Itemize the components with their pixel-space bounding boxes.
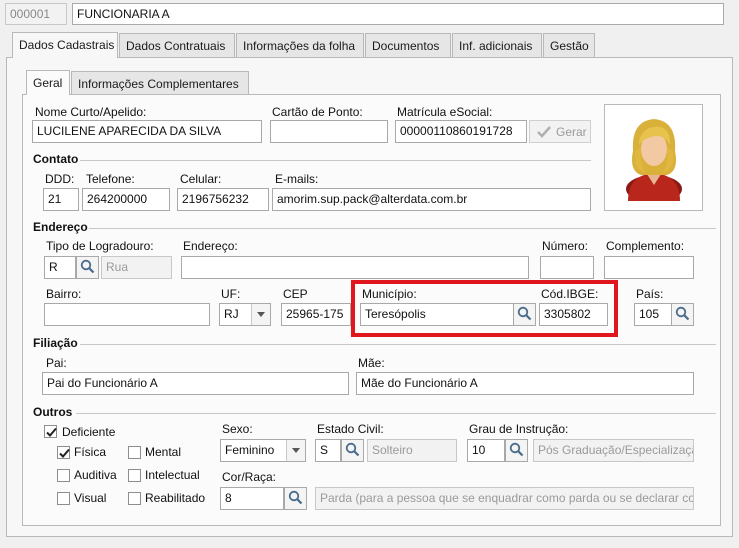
reabilitado-label: Reabilitado — [145, 491, 206, 505]
celular-field[interactable]: 2196756232 — [177, 188, 269, 211]
emails-label: E-mails: — [275, 172, 319, 186]
chevron-down-icon[interactable] — [251, 304, 270, 325]
emails-field[interactable]: amorim.sup.pack@alterdata.com.br — [272, 188, 591, 211]
tipo-logradouro-code-field[interactable]: R — [44, 256, 76, 279]
auditiva-checkbox[interactable] — [57, 469, 70, 482]
endereco-separator — [89, 228, 716, 229]
sexo-select[interactable]: Feminino — [220, 439, 306, 462]
grau-instrucao-code-field[interactable]: 10 — [467, 439, 505, 462]
contato-separator — [80, 160, 591, 161]
auditiva-label: Auditiva — [74, 468, 117, 482]
mental-label: Mental — [145, 445, 182, 459]
pais-field[interactable]: 105 — [634, 303, 672, 326]
visual-checkbox[interactable] — [57, 492, 70, 505]
tipo-logradouro-label: Tipo de Logradouro: — [46, 239, 154, 253]
endereco-field[interactable] — [181, 256, 529, 279]
subtab-informacoes-complementares[interactable]: Informações Complementares — [71, 71, 249, 94]
cor-raca-desc-field: Parda (para a pessoa que se enquadrar co… — [315, 487, 694, 510]
uf-select[interactable]: RJ — [219, 303, 271, 326]
endereco-section-title: Endereço — [33, 220, 88, 234]
chevron-down-icon[interactable] — [286, 440, 305, 461]
deficiente-label: Deficiente — [62, 425, 116, 439]
grau-instrucao-label: Grau de Instrução: — [469, 422, 569, 436]
visual-label: Visual — [74, 491, 107, 505]
numero-label: Número: — [542, 239, 589, 253]
fisica-label: Física — [74, 445, 107, 459]
sexo-label: Sexo: — [222, 422, 253, 436]
mae-field[interactable]: Mãe do Funcionário A — [356, 372, 694, 395]
estado-civil-code-field[interactable]: S — [315, 439, 341, 462]
municipio-highlight-box — [351, 280, 618, 337]
gerar-button[interactable]: Gerar — [529, 120, 591, 143]
cep-field[interactable]: 25965-175 — [281, 303, 351, 326]
bairro-label: Bairro: — [46, 287, 82, 301]
tipo-logradouro-desc-field: Rua — [101, 256, 172, 279]
cor-raca-search-button[interactable] — [284, 487, 307, 510]
complemento-label: Complemento: — [606, 239, 685, 253]
intelectual-checkbox[interactable] — [128, 469, 141, 482]
pais-label: País: — [636, 287, 664, 301]
search-icon — [675, 306, 690, 324]
gerar-label: Gerar — [556, 125, 587, 139]
nome-curto-label: Nome Curto/Apelido: — [35, 105, 147, 119]
search-icon — [288, 490, 303, 508]
outros-section-title: Outros — [33, 405, 73, 419]
filiacao-section-title: Filiação — [33, 336, 78, 350]
search-icon — [80, 259, 95, 277]
cor-raca-code-field[interactable]: 8 — [220, 487, 284, 510]
cartao-ponto-field[interactable] — [270, 120, 388, 143]
fisica-checkbox[interactable] — [57, 446, 70, 459]
mental-checkbox[interactable] — [128, 446, 141, 459]
endereco-label: Endereço: — [183, 239, 238, 253]
outros-separator — [76, 413, 716, 414]
matricula-esocial-label: Matrícula eSocial: — [397, 105, 493, 119]
sexo-value: Feminino — [225, 443, 275, 457]
tab-dados-contratuais[interactable]: Dados Contratuais — [119, 33, 235, 57]
grau-instrucao-desc-field: Pós Graduação/Especialização — [533, 439, 694, 462]
pai-field[interactable]: Pai do Funcionário A — [42, 372, 349, 395]
subtab-geral[interactable]: Geral — [26, 70, 70, 95]
search-icon — [509, 442, 524, 460]
estado-civil-desc-field: Solteiro — [367, 439, 457, 462]
nome-curto-field[interactable]: LUCILENE APARECIDA DA SILVA — [32, 120, 262, 143]
matricula-esocial-field[interactable]: 00000110860191728 — [395, 120, 527, 143]
uf-value: RJ — [224, 307, 239, 321]
tipo-logradouro-search-button[interactable] — [76, 256, 99, 279]
bairro-field[interactable] — [44, 303, 210, 326]
telefone-field[interactable]: 264200000 — [82, 188, 170, 211]
employee-photo[interactable] — [604, 104, 703, 211]
numero-field[interactable] — [540, 256, 594, 279]
uf-label: UF: — [221, 287, 241, 301]
mae-label: Mãe: — [358, 356, 385, 370]
celular-label: Celular: — [180, 172, 222, 186]
cor-raca-label: Cor/Raça: — [222, 470, 277, 484]
employee-code-field[interactable]: 000001 — [5, 3, 67, 25]
deficiente-checkbox[interactable] — [44, 425, 57, 438]
filiacao-separator — [80, 344, 716, 345]
employee-name-field[interactable]: FUNCIONARIA A — [72, 3, 724, 25]
tab-documentos[interactable]: Documentos — [365, 33, 451, 57]
tab-inf-adicionais[interactable]: Inf. adicionais — [452, 33, 542, 57]
complemento-field[interactable] — [604, 256, 694, 279]
avatar-woman-icon — [623, 115, 685, 204]
search-icon — [345, 442, 360, 460]
ddd-label: DDD: — [45, 172, 75, 186]
tab-informacoes-folha[interactable]: Informações da folha — [236, 33, 364, 57]
tab-gestao[interactable]: Gestão — [543, 33, 595, 57]
check-icon — [536, 125, 552, 142]
cartao-ponto-label: Cartão de Ponto: — [272, 105, 363, 119]
reabilitado-checkbox[interactable] — [128, 492, 141, 505]
grau-instrucao-search-button[interactable] — [505, 439, 528, 462]
pais-search-button[interactable] — [671, 303, 694, 326]
contato-section-title: Contato — [33, 152, 79, 166]
tab-dados-cadastrais[interactable]: Dados Cadastrais — [12, 32, 118, 58]
estado-civil-search-button[interactable] — [341, 439, 364, 462]
intelectual-label: Intelectual — [145, 468, 200, 482]
estado-civil-label: Estado Civil: — [317, 422, 384, 436]
telefone-label: Telefone: — [86, 172, 135, 186]
pai-label: Pai: — [46, 356, 67, 370]
cep-label: CEP — [283, 287, 308, 301]
ddd-field[interactable]: 21 — [43, 188, 79, 211]
